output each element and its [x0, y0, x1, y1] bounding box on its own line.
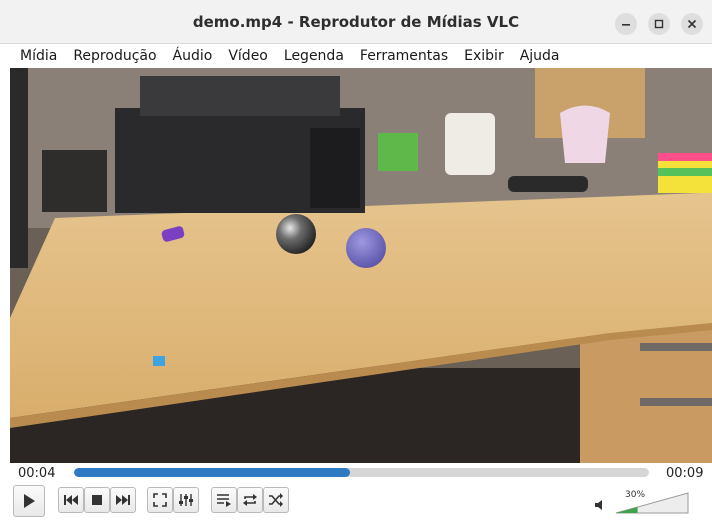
playlist-button[interactable] — [211, 487, 237, 513]
extended-settings-button[interactable] — [173, 487, 199, 513]
window-title: demo.mp4 - Reprodutor de Mídias VLC — [192, 13, 520, 31]
playlist-icon — [217, 494, 231, 507]
video-frame[interactable] — [10, 68, 712, 463]
fullscreen-icon — [153, 493, 167, 507]
next-icon — [116, 495, 130, 505]
previous-icon — [64, 495, 78, 505]
seek-progress-fill — [74, 468, 350, 477]
menu-legenda[interactable]: Legenda — [284, 48, 344, 64]
controls-bar: 30% — [0, 483, 712, 521]
elapsed-time: 00:04 — [18, 466, 56, 481]
fullscreen-button[interactable] — [147, 487, 173, 513]
close-icon — [687, 19, 697, 29]
menu-bar: Mídia Reprodução Áudio Vídeo Legenda Fer… — [0, 44, 712, 68]
minimize-icon — [622, 24, 630, 26]
menu-exibir[interactable]: Exibir — [464, 48, 504, 64]
menu-ajuda[interactable]: Ajuda — [520, 48, 560, 64]
menu-reproducao[interactable]: Reprodução — [73, 48, 156, 64]
menu-midia[interactable]: Mídia — [20, 48, 57, 64]
menu-audio[interactable]: Áudio — [173, 48, 213, 64]
title-bar: demo.mp4 - Reprodutor de Mídias VLC — [0, 0, 712, 44]
minimize-button[interactable] — [615, 13, 637, 35]
loop-button[interactable] — [237, 487, 263, 513]
maximize-button[interactable] — [648, 13, 670, 35]
seek-row: 00:04 00:09 — [0, 463, 712, 483]
stop-button[interactable] — [84, 487, 110, 513]
random-icon — [269, 493, 283, 507]
random-button[interactable] — [263, 487, 289, 513]
total-time: 00:09 — [666, 466, 704, 481]
play-icon — [24, 494, 35, 508]
menu-ferramentas[interactable]: Ferramentas — [360, 48, 448, 64]
extended-settings-icon — [179, 494, 193, 506]
loop-icon — [243, 494, 257, 506]
next-button[interactable] — [110, 487, 136, 513]
previous-button[interactable] — [58, 487, 84, 513]
menu-video[interactable]: Vídeo — [228, 48, 268, 64]
video-scene-image — [10, 68, 712, 463]
stop-icon — [92, 495, 102, 505]
speaker-icon[interactable] — [594, 499, 606, 511]
close-button[interactable] — [681, 13, 703, 35]
maximize-icon — [654, 19, 664, 29]
play-button[interactable] — [13, 485, 45, 517]
volume-slider[interactable] — [614, 491, 690, 515]
seek-slider[interactable] — [74, 468, 649, 477]
